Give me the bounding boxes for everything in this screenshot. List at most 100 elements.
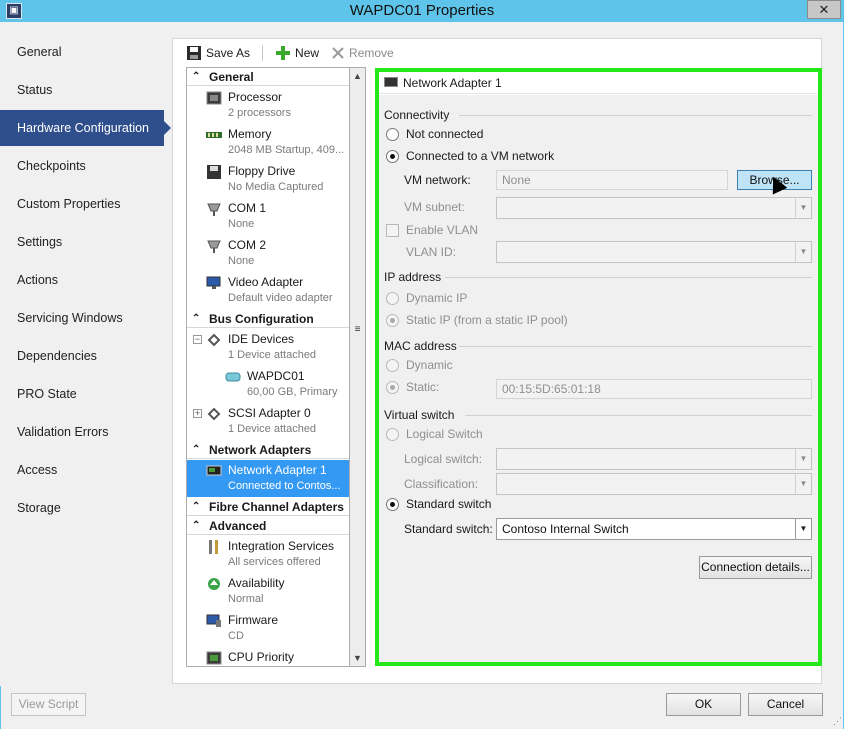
standard-switch-label: Standard switch (406, 497, 492, 511)
item-title: Video Adapter (228, 275, 304, 289)
tree-section-general[interactable]: ⌃ General (187, 68, 349, 86)
tree-item-video-adapter[interactable]: Video Adapter Default video adapter (187, 272, 349, 309)
serial-port-icon (207, 240, 221, 253)
static-mac-radio[interactable] (386, 381, 399, 394)
standard-switch-select[interactable]: Contoso Internal Switch ▼ (496, 518, 812, 540)
tree-item-network-adapter-1[interactable]: Network Adapter 1 Connected to Contos... (187, 460, 349, 497)
item-title: WAPDC01 (247, 369, 305, 383)
item-subtitle: 60,00 GB, Primary (247, 386, 338, 398)
group-divider (465, 415, 812, 416)
vm-network-label: VM network: (404, 173, 471, 187)
ok-button[interactable]: OK (666, 693, 741, 716)
item-subtitle: Normal (228, 593, 264, 605)
vlan-id-select[interactable]: ▼ (496, 241, 812, 263)
virtual-switch-group-label: Virtual switch (384, 408, 455, 422)
nav-item-servicing-windows[interactable]: Servicing Windows (0, 300, 170, 336)
item-title: Availability (228, 576, 285, 590)
tree-item-com2[interactable]: COM 2 None (187, 235, 349, 272)
close-button[interactable]: ✕ (807, 0, 841, 19)
nav-item-general[interactable]: General (0, 34, 170, 70)
disk-icon (225, 372, 241, 382)
classification-select[interactable]: ▼ (496, 473, 812, 495)
tree-section-bus-configuration[interactable]: ⌃ Bus Configuration (187, 310, 349, 328)
vm-subnet-label: VM subnet: (404, 200, 465, 214)
connection-details-button[interactable]: Connection details... (699, 556, 812, 579)
dropdown-arrow-icon: ▼ (795, 449, 811, 469)
hardware-tree: ⌃ General Processor 2 processors Memory 2… (186, 67, 350, 667)
tree-item-wapdc01-disk[interactable]: WAPDC01 60,00 GB, Primary (187, 366, 349, 403)
nav-item-checkpoints[interactable]: Checkpoints (0, 148, 170, 184)
nav-item-dependencies[interactable]: Dependencies (0, 338, 170, 374)
scroll-thumb-grip-icon[interactable]: ≡ (352, 324, 363, 336)
tree-item-availability[interactable]: Availability Normal (187, 573, 349, 610)
item-title: Floppy Drive (228, 164, 296, 178)
tree-scrollbar[interactable]: ▲ ≡ ▼ (349, 67, 366, 667)
scroll-down-arrow-icon[interactable]: ▼ (350, 650, 365, 666)
nav-item-validation-errors[interactable]: Validation Errors (0, 414, 170, 450)
new-button[interactable]: New (275, 45, 319, 61)
remove-x-icon (332, 47, 344, 59)
nav-item-settings[interactable]: Settings (0, 224, 170, 260)
nav-item-pro-state[interactable]: PRO State (0, 376, 170, 412)
tree-item-scsi-adapter[interactable]: + SCSI Adapter 0 1 Device attached (187, 403, 349, 440)
static-ip-label: Static IP (from a static IP pool) (406, 313, 568, 327)
dropdown-arrow-icon: ▼ (795, 242, 811, 262)
availability-icon (208, 578, 220, 590)
classification-label: Classification: (404, 477, 479, 491)
tree-item-cpu-priority[interactable]: CPU Priority (187, 647, 349, 666)
tree-item-processor[interactable]: Processor 2 processors (187, 87, 349, 124)
tree-item-firmware[interactable]: Firmware CD (187, 610, 349, 647)
tree-item-com1[interactable]: COM 1 None (187, 198, 349, 235)
tree-item-memory[interactable]: Memory 2048 MB Startup, 409... (187, 124, 349, 161)
mac-address-group-label: MAC address (384, 339, 457, 353)
static-ip-radio[interactable] (386, 314, 399, 327)
nav-item-actions[interactable]: Actions (0, 262, 170, 298)
not-connected-radio[interactable] (386, 128, 399, 141)
expand-box-icon[interactable]: + (193, 409, 202, 418)
monitor-icon (206, 276, 221, 289)
dynamic-mac-radio[interactable] (386, 359, 399, 372)
static-mac-field[interactable]: 00:15:5D:65:01:18 (496, 379, 812, 399)
cpu-priority-icon (206, 651, 222, 665)
logical-switch-radio[interactable] (386, 428, 399, 441)
nav-item-custom-properties[interactable]: Custom Properties (0, 186, 170, 222)
toolbar: Save As New Remove (186, 42, 394, 64)
tree-section-fibre-channel[interactable]: ⌃ Fibre Channel Adapters (187, 498, 349, 516)
cancel-button[interactable]: Cancel (748, 693, 823, 716)
logical-switch-field-label: Logical switch: (404, 452, 483, 466)
standard-switch-radio[interactable] (386, 498, 399, 511)
panel-title: Network Adapter 1 (403, 76, 502, 90)
tree-item-integration-services[interactable]: Integration Services All services offere… (187, 536, 349, 573)
firmware-icon (206, 614, 221, 627)
dropdown-arrow-icon: ▼ (795, 198, 811, 218)
nav-item-status[interactable]: Status (0, 72, 170, 108)
nav-item-hardware-configuration[interactable]: Hardware Configuration (0, 110, 171, 146)
item-subtitle: None (228, 218, 255, 230)
section-label: General (209, 70, 254, 84)
vm-subnet-select[interactable]: ▼ (496, 197, 812, 219)
item-subtitle: CD (228, 630, 244, 642)
remove-button[interactable]: Remove (331, 46, 394, 60)
scroll-up-arrow-icon[interactable]: ▲ (350, 68, 365, 84)
tree-section-network-adapters[interactable]: ⌃ Network Adapters (187, 441, 349, 459)
serial-port-icon (207, 203, 221, 216)
collapse-box-icon[interactable]: − (193, 335, 202, 344)
logical-switch-select[interactable]: ▼ (496, 448, 812, 470)
enable-vlan-label: Enable VLAN (406, 223, 479, 237)
tree-item-ide-devices[interactable]: − IDE Devices 1 Device attached (187, 329, 349, 366)
connected-vm-network-radio[interactable] (386, 150, 399, 163)
tree-item-floppy-drive[interactable]: Floppy Drive No Media Captured (187, 161, 349, 198)
item-title: SCSI Adapter 0 (228, 406, 311, 420)
nav-item-storage[interactable]: Storage (0, 490, 170, 526)
view-script-button[interactable]: View Script (11, 693, 86, 716)
nav-item-access[interactable]: Access (0, 452, 170, 488)
group-divider (445, 277, 812, 278)
tree-section-advanced[interactable]: ⌃ Advanced (187, 517, 349, 535)
item-title: COM 2 (228, 238, 267, 252)
dynamic-ip-radio[interactable] (386, 292, 399, 305)
save-as-button[interactable]: Save As (186, 45, 250, 61)
resize-grip-icon[interactable]: ⋰ (833, 716, 842, 727)
vm-network-field[interactable]: None (496, 170, 728, 190)
enable-vlan-checkbox[interactable] (386, 224, 399, 237)
item-subtitle: No Media Captured (228, 181, 324, 193)
